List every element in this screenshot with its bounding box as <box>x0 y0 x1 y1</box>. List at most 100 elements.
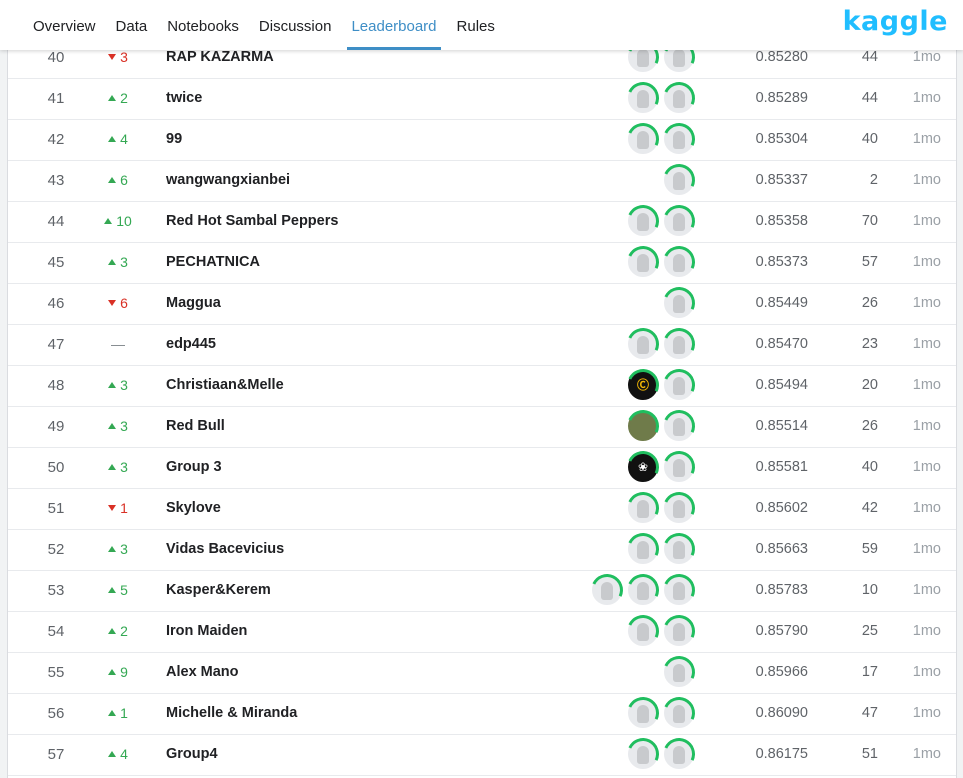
team-members <box>592 575 694 607</box>
tab-notebooks[interactable]: Notebooks <box>167 0 239 50</box>
tab-rules[interactable]: Rules <box>457 0 495 50</box>
default-avatar-icon[interactable] <box>664 616 694 646</box>
arrow-up-icon <box>108 423 117 429</box>
team-name[interactable]: Red Hot Sambal Peppers <box>166 213 338 229</box>
default-avatar-icon[interactable] <box>664 124 694 154</box>
leaderboard-row[interactable]: 46 6 Maggua 0.85449 26 1mo <box>8 284 956 325</box>
team-name[interactable]: Group 3 <box>166 459 222 475</box>
leaderboard-row[interactable]: 45 3 PECHATNICA 0.85373 57 1mo <box>8 243 956 284</box>
fish-avatar[interactable]: ❀ <box>628 452 658 482</box>
leaderboard-row[interactable]: 49 3 Red Bull 0.85514 26 1mo <box>8 407 956 448</box>
entries-count: 44 <box>861 49 878 65</box>
team-name[interactable]: edp445 <box>166 336 216 352</box>
leaderboard-row[interactable]: 52 3 Vidas Bacevicius 0.85663 59 1mo <box>8 530 956 571</box>
team-name[interactable]: Michelle & Miranda <box>166 705 297 721</box>
team-name[interactable]: Red Bull <box>166 418 225 434</box>
default-avatar-icon[interactable] <box>664 247 694 277</box>
default-avatar-icon[interactable] <box>664 575 694 605</box>
leaderboard-row[interactable]: 54 2 Iron Maiden 0.85790 25 1mo <box>8 612 956 653</box>
leaderboard-row[interactable]: 56 1 Michelle & Miranda 0.86090 47 1mo <box>8 694 956 735</box>
default-avatar-icon[interactable] <box>628 698 658 728</box>
rank-change: 3 <box>88 254 148 270</box>
rank-change-value: 2 <box>120 623 128 639</box>
score: 0.85289 <box>755 90 808 106</box>
default-avatar-icon[interactable] <box>628 534 658 564</box>
default-avatar-icon[interactable] <box>628 616 658 646</box>
kaggle-logo[interactable]: kaggle <box>843 6 948 37</box>
tab-overview[interactable]: Overview <box>33 0 96 50</box>
default-avatar-icon[interactable] <box>664 206 694 236</box>
team-name[interactable]: Iron Maiden <box>166 623 247 639</box>
default-avatar-icon[interactable] <box>664 739 694 769</box>
default-avatar-icon[interactable] <box>628 83 658 113</box>
leaderboard-row[interactable]: 50 3 Group 3 ❀ 0.85581 40 1mo <box>8 448 956 489</box>
default-avatar-icon[interactable] <box>664 83 694 113</box>
team-name[interactable]: Maggua <box>166 295 221 311</box>
leaderboard-row[interactable]: 51 1 Skylove 0.85602 42 1mo <box>8 489 956 530</box>
last-submission: 1mo <box>912 459 941 475</box>
team-name[interactable]: Alex Mano <box>166 664 239 680</box>
last-submission: 1mo <box>912 295 941 311</box>
last-submission: 1mo <box>912 705 941 721</box>
leaderboard-row[interactable]: 41 2 twice 0.85289 44 1mo <box>8 79 956 120</box>
default-avatar-icon[interactable] <box>628 739 658 769</box>
leaderboard-row[interactable]: 53 5 Kasper&Kerem 0.85783 10 1mo <box>8 571 956 612</box>
arrow-up-icon <box>108 464 117 470</box>
last-submission: 1mo <box>912 418 941 434</box>
team-name[interactable]: wangwangxianbei <box>166 172 290 188</box>
team-name[interactable]: 99 <box>166 131 182 147</box>
leaderboard-table: 40 3 RAP KAZARMA 0.85280 44 1mo 41 2 twice 0.8528… <box>7 0 957 778</box>
tab-leaderboard[interactable]: Leaderboard <box>347 0 441 50</box>
team-members <box>664 288 694 320</box>
leaderboard-row[interactable]: 44 10 Red Hot Sambal Peppers 0.85358 70 1mo <box>8 202 956 243</box>
default-avatar-icon[interactable] <box>664 329 694 359</box>
entries-count: 40 <box>861 459 878 475</box>
default-avatar-icon[interactable] <box>664 288 694 318</box>
leaderboard-row[interactable]: 57 4 Group4 0.86175 51 1mo <box>8 735 956 776</box>
leaderboard-row[interactable]: 48 3 Christiaan&Melle Ⓒ 0.85494 20 1mo <box>8 366 956 407</box>
entries-count: 59 <box>861 541 878 557</box>
default-avatar-icon[interactable] <box>664 698 694 728</box>
default-avatar-icon[interactable] <box>664 370 694 400</box>
default-avatar-icon[interactable] <box>628 124 658 154</box>
default-avatar-icon[interactable] <box>592 575 622 605</box>
team-name[interactable]: PECHATNICA <box>166 254 260 270</box>
default-avatar-icon[interactable] <box>664 657 694 687</box>
team-name[interactable]: twice <box>166 90 202 106</box>
tab-data[interactable]: Data <box>116 0 148 50</box>
team-name[interactable]: Vidas Bacevicius <box>166 541 284 557</box>
team-name[interactable]: RAP KAZARMA <box>166 49 274 65</box>
default-avatar-icon[interactable] <box>628 493 658 523</box>
team-name[interactable]: Group4 <box>166 746 218 762</box>
default-avatar-icon[interactable] <box>664 452 694 482</box>
default-avatar-icon[interactable] <box>628 247 658 277</box>
default-avatar-icon[interactable] <box>664 493 694 523</box>
leaderboard-row[interactable]: 43 6 wangwangxianbei 0.85337 2 1mo <box>8 161 956 202</box>
arrow-down-icon <box>108 300 117 306</box>
arrow-up-icon <box>108 259 117 265</box>
team-members: Ⓒ <box>628 370 694 402</box>
photo-avatar[interactable] <box>628 411 658 441</box>
rank-change-value: 3 <box>120 541 128 557</box>
rank-change: 1 <box>88 500 148 516</box>
default-avatar-icon[interactable] <box>628 206 658 236</box>
team-members <box>664 165 694 197</box>
entries-count: 70 <box>861 213 878 229</box>
tab-discussion[interactable]: Discussion <box>259 0 332 50</box>
team-name[interactable]: Christiaan&Melle <box>166 377 284 393</box>
letter-c-avatar[interactable]: Ⓒ <box>628 370 658 400</box>
leaderboard-row[interactable]: 42 4 99 0.85304 40 1mo <box>8 120 956 161</box>
default-avatar-icon[interactable] <box>628 575 658 605</box>
rank-change-value: 1 <box>120 500 128 516</box>
team-name[interactable]: Skylove <box>166 500 221 516</box>
default-avatar-icon[interactable] <box>664 534 694 564</box>
arrow-up-icon <box>104 218 113 224</box>
default-avatar-icon[interactable] <box>664 411 694 441</box>
leaderboard-row[interactable]: 47 — edp445 0.85470 23 1mo <box>8 325 956 366</box>
default-avatar-icon[interactable] <box>628 329 658 359</box>
leaderboard-row[interactable]: 55 9 Alex Mano 0.85966 17 1mo <box>8 653 956 694</box>
default-avatar-icon[interactable] <box>664 165 694 195</box>
rank-change-value: 6 <box>120 295 128 311</box>
rank-number: 40 <box>47 49 65 66</box>
team-name[interactable]: Kasper&Kerem <box>166 582 271 598</box>
